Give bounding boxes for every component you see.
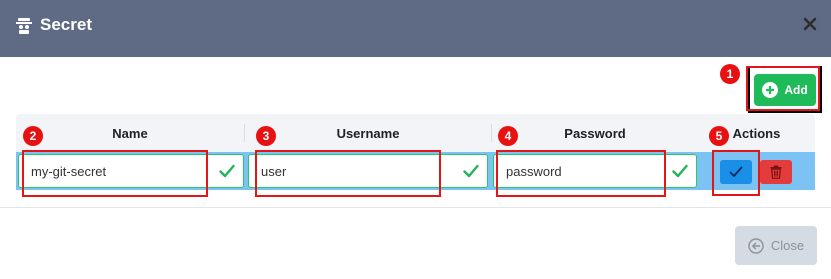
delete-button[interactable] — [760, 160, 792, 184]
column-password-header: Password — [564, 126, 626, 141]
annotation-badge-4: 4 — [498, 126, 518, 146]
close-button-label: Close — [770, 238, 805, 253]
annotation-box-2 — [22, 150, 208, 197]
column-username-header: Username — [336, 126, 400, 141]
secret-icon — [16, 18, 32, 34]
trash-icon — [770, 165, 782, 179]
check-icon — [463, 164, 479, 178]
close-button[interactable]: Close — [735, 226, 817, 265]
annotation-box-5 — [712, 150, 760, 196]
check-icon — [672, 164, 688, 178]
annotation-badge-5: 5 — [709, 126, 729, 146]
annotation-box-3 — [255, 150, 441, 197]
footer-divider — [0, 207, 831, 208]
annotation-badge-2: 2 — [23, 126, 43, 146]
column-name-header: Name — [112, 126, 148, 141]
dialog-header: Secret — [0, 0, 831, 57]
check-icon — [219, 164, 235, 178]
dialog-title: Secret — [40, 15, 92, 34]
annotation-box-1-inner — [746, 66, 820, 111]
close-icon[interactable] — [803, 17, 817, 31]
table-header: Name Username Password Actions — [16, 114, 815, 152]
back-arrow-icon — [748, 237, 764, 254]
annotation-box-4 — [496, 150, 666, 197]
annotation-badge-3: 3 — [256, 126, 276, 146]
annotation-badge-1: 1 — [720, 64, 740, 84]
